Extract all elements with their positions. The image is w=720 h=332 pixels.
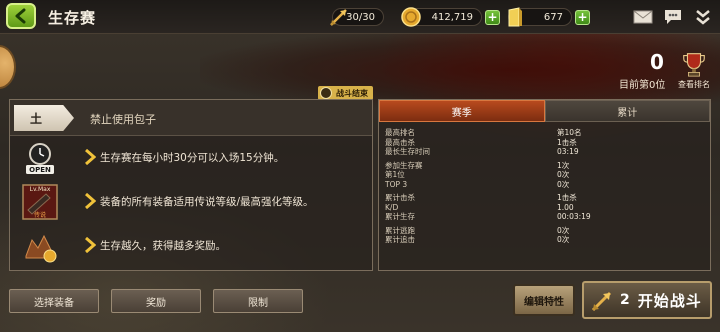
stat-value: 0次 [557, 235, 570, 244]
rule-text: 生存越久，获得越多奖励。 [100, 240, 226, 252]
stat-row: 第1位 0次 [385, 170, 705, 180]
stat-key: 累计逃跑 [385, 225, 415, 235]
edit-traits-button[interactable]: 编辑特性 [513, 284, 575, 316]
back-arrow-icon [15, 8, 26, 24]
stat-key: 第1位 [385, 170, 405, 179]
arrow-stamina-icon [328, 6, 350, 28]
stat-key: TOP 3 [385, 179, 408, 189]
gold-bar-icon [504, 6, 526, 28]
stamina-counter: 30/30 [330, 6, 384, 28]
stat-value: 1次 [557, 160, 570, 170]
stat-key: K/D [385, 202, 399, 212]
rewards-button[interactable]: 奖励 [111, 289, 201, 313]
open-clock-icon: OPEN [22, 140, 58, 176]
stat-value: 0次 [557, 170, 570, 179]
mail-icon[interactable] [632, 7, 654, 27]
stat-row: 最长生存时间 03:19 [385, 147, 705, 157]
rule-text: 生存赛在每小时30分可以入场15分钟。 [100, 152, 285, 164]
tab-season[interactable]: 赛季 [379, 100, 545, 122]
chat-icon[interactable] [662, 7, 684, 27]
reward-pile-icon [22, 228, 58, 264]
restrictions-button[interactable]: 限制 [213, 289, 303, 313]
stat-row: 累计击杀 1击杀 [385, 193, 705, 203]
stat-row: 累计逃跑 0次 [385, 226, 705, 236]
stat-row: 最高击杀 1击杀 [385, 138, 705, 148]
rule-item: OPEN 生存赛在每小时30分可以入场15分钟。 [10, 136, 372, 180]
stat-key: 累计追击 [385, 235, 415, 244]
legend-icon-text: 传说 [33, 212, 46, 219]
start-battle-label: 开始战斗 [637, 291, 702, 310]
stat-key: 累计生存 [385, 212, 415, 221]
back-button[interactable] [6, 3, 36, 29]
stats-list: 最高排名 第10名 最高击杀 1击杀 最长生存时间 03:19 参加生存赛 1次 第1位… [385, 128, 705, 245]
stat-value: 1击杀 [557, 193, 577, 202]
gold-coin-icon [400, 6, 422, 28]
blood-splash-decoration [200, 30, 720, 110]
stat-value: 03:19 [557, 147, 579, 156]
battle-end-tag: 战斗结束 [318, 86, 373, 100]
battle-end-label: 战斗结束 [336, 88, 368, 98]
tier-row: 土 禁止使用包子 [10, 100, 372, 136]
lvmax-icon-text: Lv.Max [29, 186, 51, 193]
select-gear-button[interactable]: 选择装备 [9, 289, 99, 313]
chevron-right-icon [85, 237, 96, 253]
stat-value: 1.00 [557, 202, 574, 212]
start-cost: 2 [620, 292, 630, 308]
stat-key: 最高击杀 [385, 137, 415, 147]
add-gems-button[interactable]: + [575, 9, 590, 25]
tier-badge: 土 [14, 105, 74, 131]
start-battle-button[interactable]: 2 开始战斗 [582, 281, 712, 319]
rank-number: 0 [650, 50, 664, 74]
top-icons [632, 7, 714, 27]
clock-icon [320, 87, 332, 99]
tab-cumulative[interactable]: 累计 [544, 100, 710, 122]
stat-key: 最长生存时间 [385, 147, 430, 156]
stats-panel: 赛季 累计 最高排名 第10名 最高击杀 1击杀 最长生存时间 03:19 参加生存赛… [378, 99, 711, 271]
survival-screen: 生存赛 30/30 412,719 + 677 + 0 目前第0位 查看排名 战… [0, 0, 720, 332]
rule-item: Lv.Max 传说 装备的所有装备适用传说等级/最高强化等级。 [10, 180, 372, 224]
gem-counter: 677 + [508, 6, 590, 28]
stats-tabs: 赛季 累计 [379, 100, 710, 122]
view-ranking-label: 查看排名 [678, 80, 710, 89]
stat-row: 累计追击 0次 [385, 235, 705, 245]
rule-item: 生存越久，获得越多奖励。 [10, 224, 372, 268]
arrow-stamina-icon [591, 291, 612, 312]
stat-row: 参加生存赛 1次 [385, 161, 705, 171]
chevron-right-icon [85, 149, 96, 165]
collapse-menu-icon[interactable] [692, 7, 714, 27]
rank-label: 目前第0位 [619, 80, 666, 91]
lvmax-item-icon: Lv.Max 传说 [22, 184, 58, 220]
top-bar: 生存赛 30/30 412,719 + 677 + [0, 0, 720, 34]
stat-row: TOP 3 0次 [385, 180, 705, 190]
page-title: 生存赛 [48, 9, 97, 27]
stat-key: 参加生存赛 [385, 160, 423, 170]
chevron-right-icon [85, 193, 96, 209]
view-ranking-button[interactable]: 查看排名 [676, 50, 712, 90]
tier-description: 禁止使用包子 [90, 113, 156, 126]
stat-key: 累计击杀 [385, 193, 415, 202]
stat-row: 累计生存 00:03:19 [385, 212, 705, 222]
rule-text: 装备的所有装备适用传说等级/最高强化等级。 [100, 196, 314, 208]
stat-value: 0次 [557, 225, 570, 235]
stat-value: 00:03:19 [557, 212, 591, 221]
trophy-icon [683, 53, 705, 77]
stat-row: K/D 1.00 [385, 203, 705, 213]
open-icon-text: OPEN [29, 166, 51, 174]
add-gold-button[interactable]: + [485, 9, 500, 25]
stat-value: 1击杀 [557, 137, 577, 147]
stat-value: 0次 [557, 179, 570, 189]
stat-key: 最高排名 [385, 128, 415, 137]
stat-value: 第10名 [557, 128, 582, 137]
gold-counter: 412,719 + [401, 6, 500, 28]
side-menu-tab[interactable] [0, 45, 16, 89]
stat-row: 最高排名 第10名 [385, 128, 705, 138]
rules-panel: 土 禁止使用包子 OPEN 生存赛在每小时30分可以入场15分钟。 Lv.Max… [9, 99, 373, 271]
